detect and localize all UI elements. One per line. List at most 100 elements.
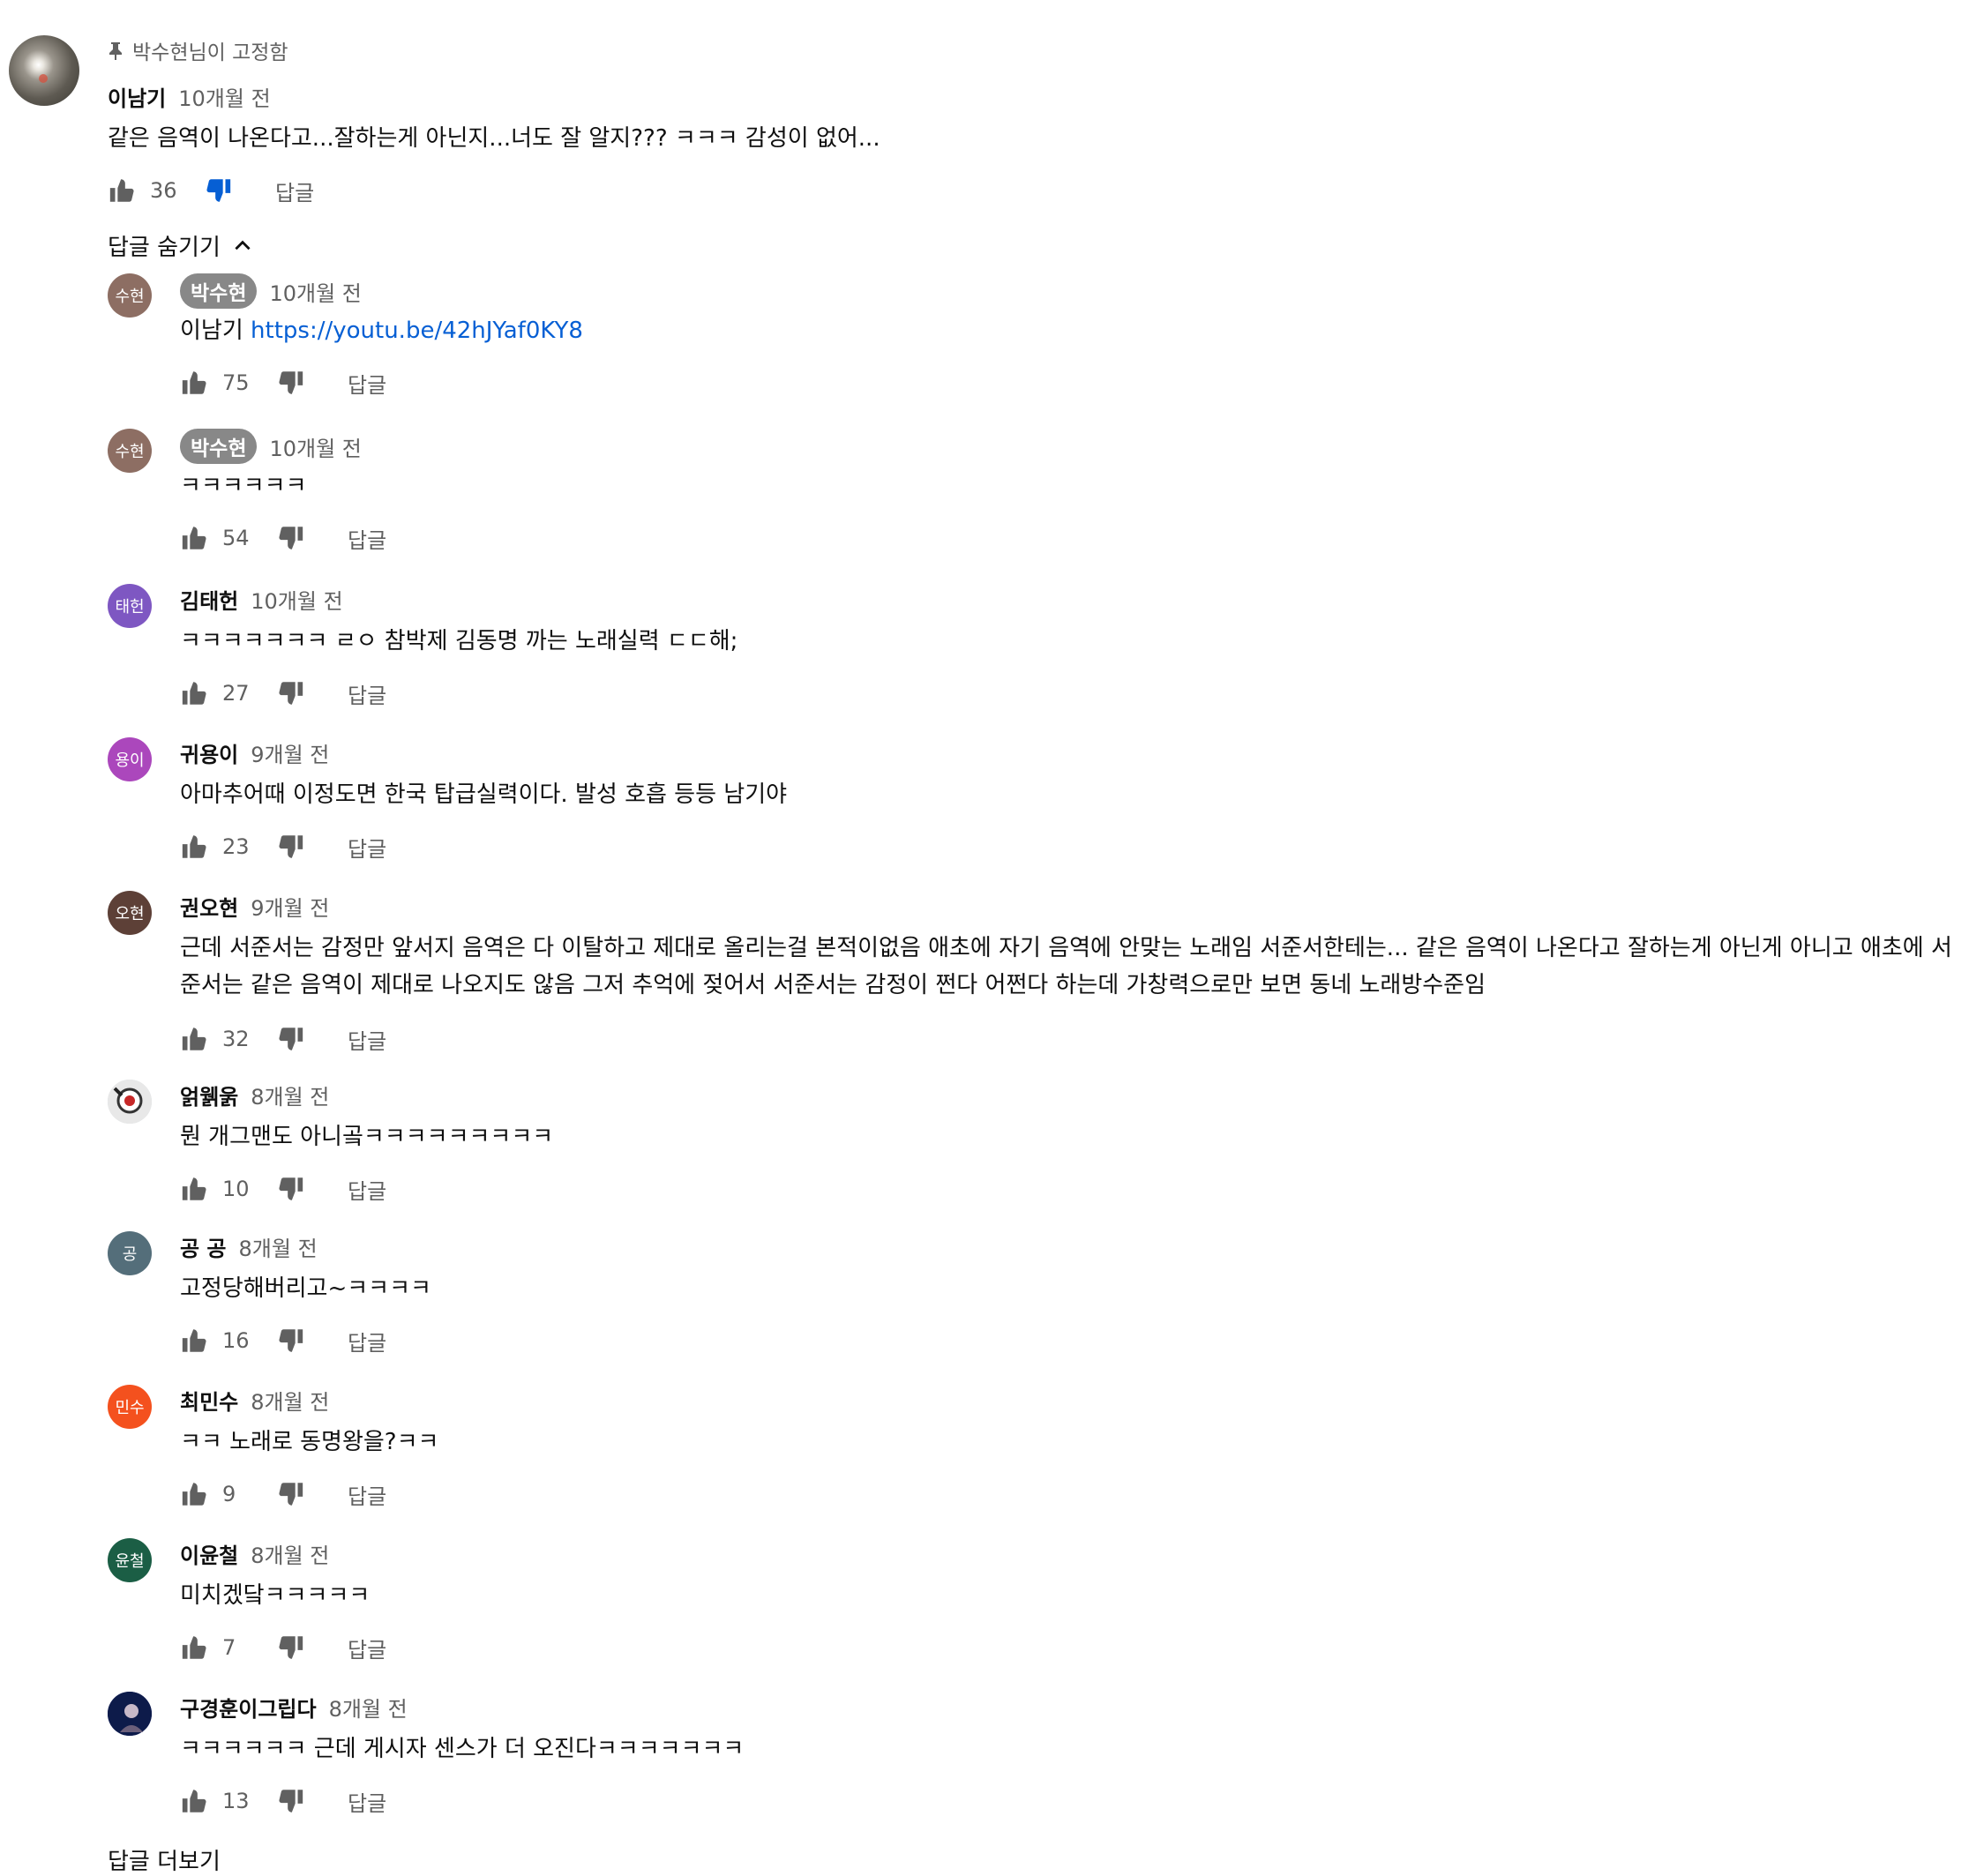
reply-text: 뭔 개그맨도 아니곸ㅋㅋㅋㅋㅋㅋㅋㅋㅋ bbox=[180, 1124, 554, 1150]
reply-text: 근데 서준서는 감정만 앞서지 음역은 다 이탈하고 제대로 올리는걸 본적이없… bbox=[180, 930, 1952, 1004]
reply-time[interactable]: 8개월 전 bbox=[251, 1385, 329, 1416]
reply-time[interactable]: 10개월 전 bbox=[269, 276, 361, 307]
channel-owner-badge[interactable]: 박수현 bbox=[180, 429, 258, 464]
reply-author[interactable]: 권오현 bbox=[180, 891, 238, 922]
like-icon[interactable] bbox=[180, 1024, 210, 1054]
dislike-icon[interactable] bbox=[275, 678, 305, 708]
reply-actions: 10 답글 bbox=[180, 1171, 386, 1207]
reply-text: 고정당해버리고~ㅋㅋㅋㅋ bbox=[180, 1275, 431, 1302]
like-icon[interactable] bbox=[180, 368, 210, 398]
dislike-icon[interactable] bbox=[275, 1786, 305, 1816]
reply-button[interactable]: 답글 bbox=[348, 832, 386, 863]
dislike-icon[interactable] bbox=[275, 523, 305, 553]
avatar[interactable]: 태헌 bbox=[108, 584, 152, 628]
reply-author[interactable]: 귀용이 bbox=[180, 737, 238, 768]
like-icon[interactable] bbox=[180, 1174, 210, 1204]
like-count: 32 bbox=[222, 1027, 250, 1051]
comment-time[interactable]: 10개월 전 bbox=[178, 81, 270, 112]
reply-header: 얽웱욹 8개월 전 bbox=[180, 1080, 329, 1110]
channel-owner-badge[interactable]: 박수현 bbox=[180, 273, 258, 309]
like-icon[interactable] bbox=[180, 1633, 210, 1663]
reply-button[interactable]: 답글 bbox=[348, 1479, 386, 1510]
hide-replies-toggle[interactable]: 답글 숨기기 bbox=[108, 229, 254, 262]
reply-actions: 9 답글 bbox=[180, 1476, 386, 1512]
reply-author[interactable]: 구경훈이그립다 bbox=[180, 1692, 317, 1723]
avatar[interactable]: 오현 bbox=[108, 891, 152, 935]
like-icon[interactable] bbox=[180, 832, 210, 862]
reply-button[interactable]: 답글 bbox=[348, 368, 386, 399]
reply-time[interactable]: 8개월 전 bbox=[329, 1692, 408, 1723]
reply-author[interactable]: 이윤철 bbox=[180, 1538, 238, 1569]
avatar-initials: 공 bbox=[122, 1245, 138, 1264]
reply-button[interactable]: 답글 bbox=[348, 1326, 386, 1357]
reply-author[interactable]: 얽웱욹 bbox=[180, 1080, 238, 1110]
reply-actions: 7 답글 bbox=[180, 1630, 386, 1665]
like-icon[interactable] bbox=[180, 1479, 210, 1509]
reply-time[interactable]: 10개월 전 bbox=[269, 431, 361, 462]
reply-button[interactable]: 답글 bbox=[348, 1174, 386, 1205]
avatar[interactable]: 민수 bbox=[108, 1385, 152, 1429]
avatar[interactable]: 윤철 bbox=[108, 1538, 152, 1582]
like-count: 13 bbox=[222, 1789, 250, 1813]
reply-button[interactable]: 답글 bbox=[348, 1024, 386, 1055]
more-replies-button[interactable]: 답글 더보기 bbox=[108, 1843, 221, 1876]
like-count: 23 bbox=[222, 834, 250, 859]
avatar-initials: 수현 bbox=[115, 443, 145, 461]
reply-text: ㅋㅋㅋㅋㅋㅋㅋ ㄹㅇ 참박제 김동명 까는 노래실력 ㄷㄷ해; bbox=[180, 628, 738, 654]
avatar[interactable]: 용이 bbox=[108, 737, 152, 781]
reply-time[interactable]: 8개월 전 bbox=[251, 1080, 329, 1110]
dislike-icon[interactable] bbox=[203, 176, 233, 206]
dislike-icon[interactable] bbox=[275, 1024, 305, 1054]
reply-button[interactable]: 답글 bbox=[348, 523, 386, 554]
avatar[interactable]: 수현 bbox=[108, 429, 152, 473]
like-count: 54 bbox=[222, 526, 250, 550]
reply-actions: 13 답글 bbox=[180, 1783, 386, 1819]
avatar[interactable]: 공 bbox=[108, 1231, 152, 1275]
reply-actions: 32 답글 bbox=[180, 1021, 386, 1057]
avatar[interactable] bbox=[9, 35, 79, 106]
avatar[interactable]: 수현 bbox=[108, 273, 152, 318]
avatar[interactable] bbox=[108, 1080, 152, 1124]
reply-button[interactable]: 답글 bbox=[348, 1633, 386, 1663]
reply-author[interactable]: 최민수 bbox=[180, 1385, 238, 1416]
reply-author[interactable]: 김태헌 bbox=[180, 584, 238, 615]
reply-button[interactable]: 답글 bbox=[348, 678, 386, 709]
reply-header: 귀용이 9개월 전 bbox=[180, 737, 329, 768]
like-count: 75 bbox=[222, 370, 250, 395]
like-icon[interactable] bbox=[108, 176, 138, 206]
dislike-icon[interactable] bbox=[275, 368, 305, 398]
reply-time[interactable]: 9개월 전 bbox=[251, 737, 329, 768]
dislike-icon[interactable] bbox=[275, 832, 305, 862]
reply-time[interactable]: 10개월 전 bbox=[251, 584, 342, 615]
reply-text: ㅋㅋㅋㅋㅋㅋ bbox=[180, 473, 307, 499]
like-count: 7 bbox=[222, 1635, 236, 1660]
like-icon[interactable] bbox=[180, 523, 210, 553]
reply-time[interactable]: 8개월 전 bbox=[239, 1231, 318, 1262]
reply-time[interactable]: 9개월 전 bbox=[251, 891, 329, 922]
dislike-icon[interactable] bbox=[275, 1633, 305, 1663]
dislike-icon[interactable] bbox=[275, 1174, 305, 1204]
hide-replies-label: 답글 숨기기 bbox=[108, 235, 221, 261]
dislike-icon[interactable] bbox=[275, 1479, 305, 1509]
like-count: 36 bbox=[150, 178, 177, 203]
reply-actions: 16 답글 bbox=[180, 1323, 386, 1358]
like-count: 9 bbox=[222, 1482, 236, 1506]
comment-actions: 36 답글 bbox=[108, 173, 314, 208]
like-icon[interactable] bbox=[180, 678, 210, 708]
reply-author[interactable]: 공 공 bbox=[180, 1231, 227, 1262]
reply-mention: 이남기 bbox=[180, 318, 251, 344]
dislike-icon[interactable] bbox=[275, 1326, 305, 1356]
reply-header: 박수현 10개월 전 bbox=[180, 273, 362, 309]
reply-actions: 75 답글 bbox=[180, 365, 386, 400]
reply-button[interactable]: 답글 bbox=[275, 176, 314, 206]
like-icon[interactable] bbox=[180, 1326, 210, 1356]
reply-button[interactable]: 답글 bbox=[348, 1786, 386, 1817]
reply-text-line: 근데 서준서는 감정만 앞서지 음역은 다 이탈하고 제대로 올리는걸 본적이없… bbox=[180, 935, 1952, 961]
like-icon[interactable] bbox=[180, 1786, 210, 1816]
reply-time[interactable]: 8개월 전 bbox=[251, 1538, 329, 1569]
avatar[interactable] bbox=[108, 1692, 152, 1736]
reply-link[interactable]: https://youtu.be/42hJYaf0KY8 bbox=[251, 318, 583, 344]
reply-header: 최민수 8개월 전 bbox=[180, 1385, 329, 1416]
comment-author[interactable]: 이남기 bbox=[108, 81, 166, 112]
reply-text: ㅋㅋㅋㅋㅋㅋ 근데 게시자 센스가 더 오진다ㅋㅋㅋㅋㅋㅋㅋ bbox=[180, 1736, 745, 1762]
